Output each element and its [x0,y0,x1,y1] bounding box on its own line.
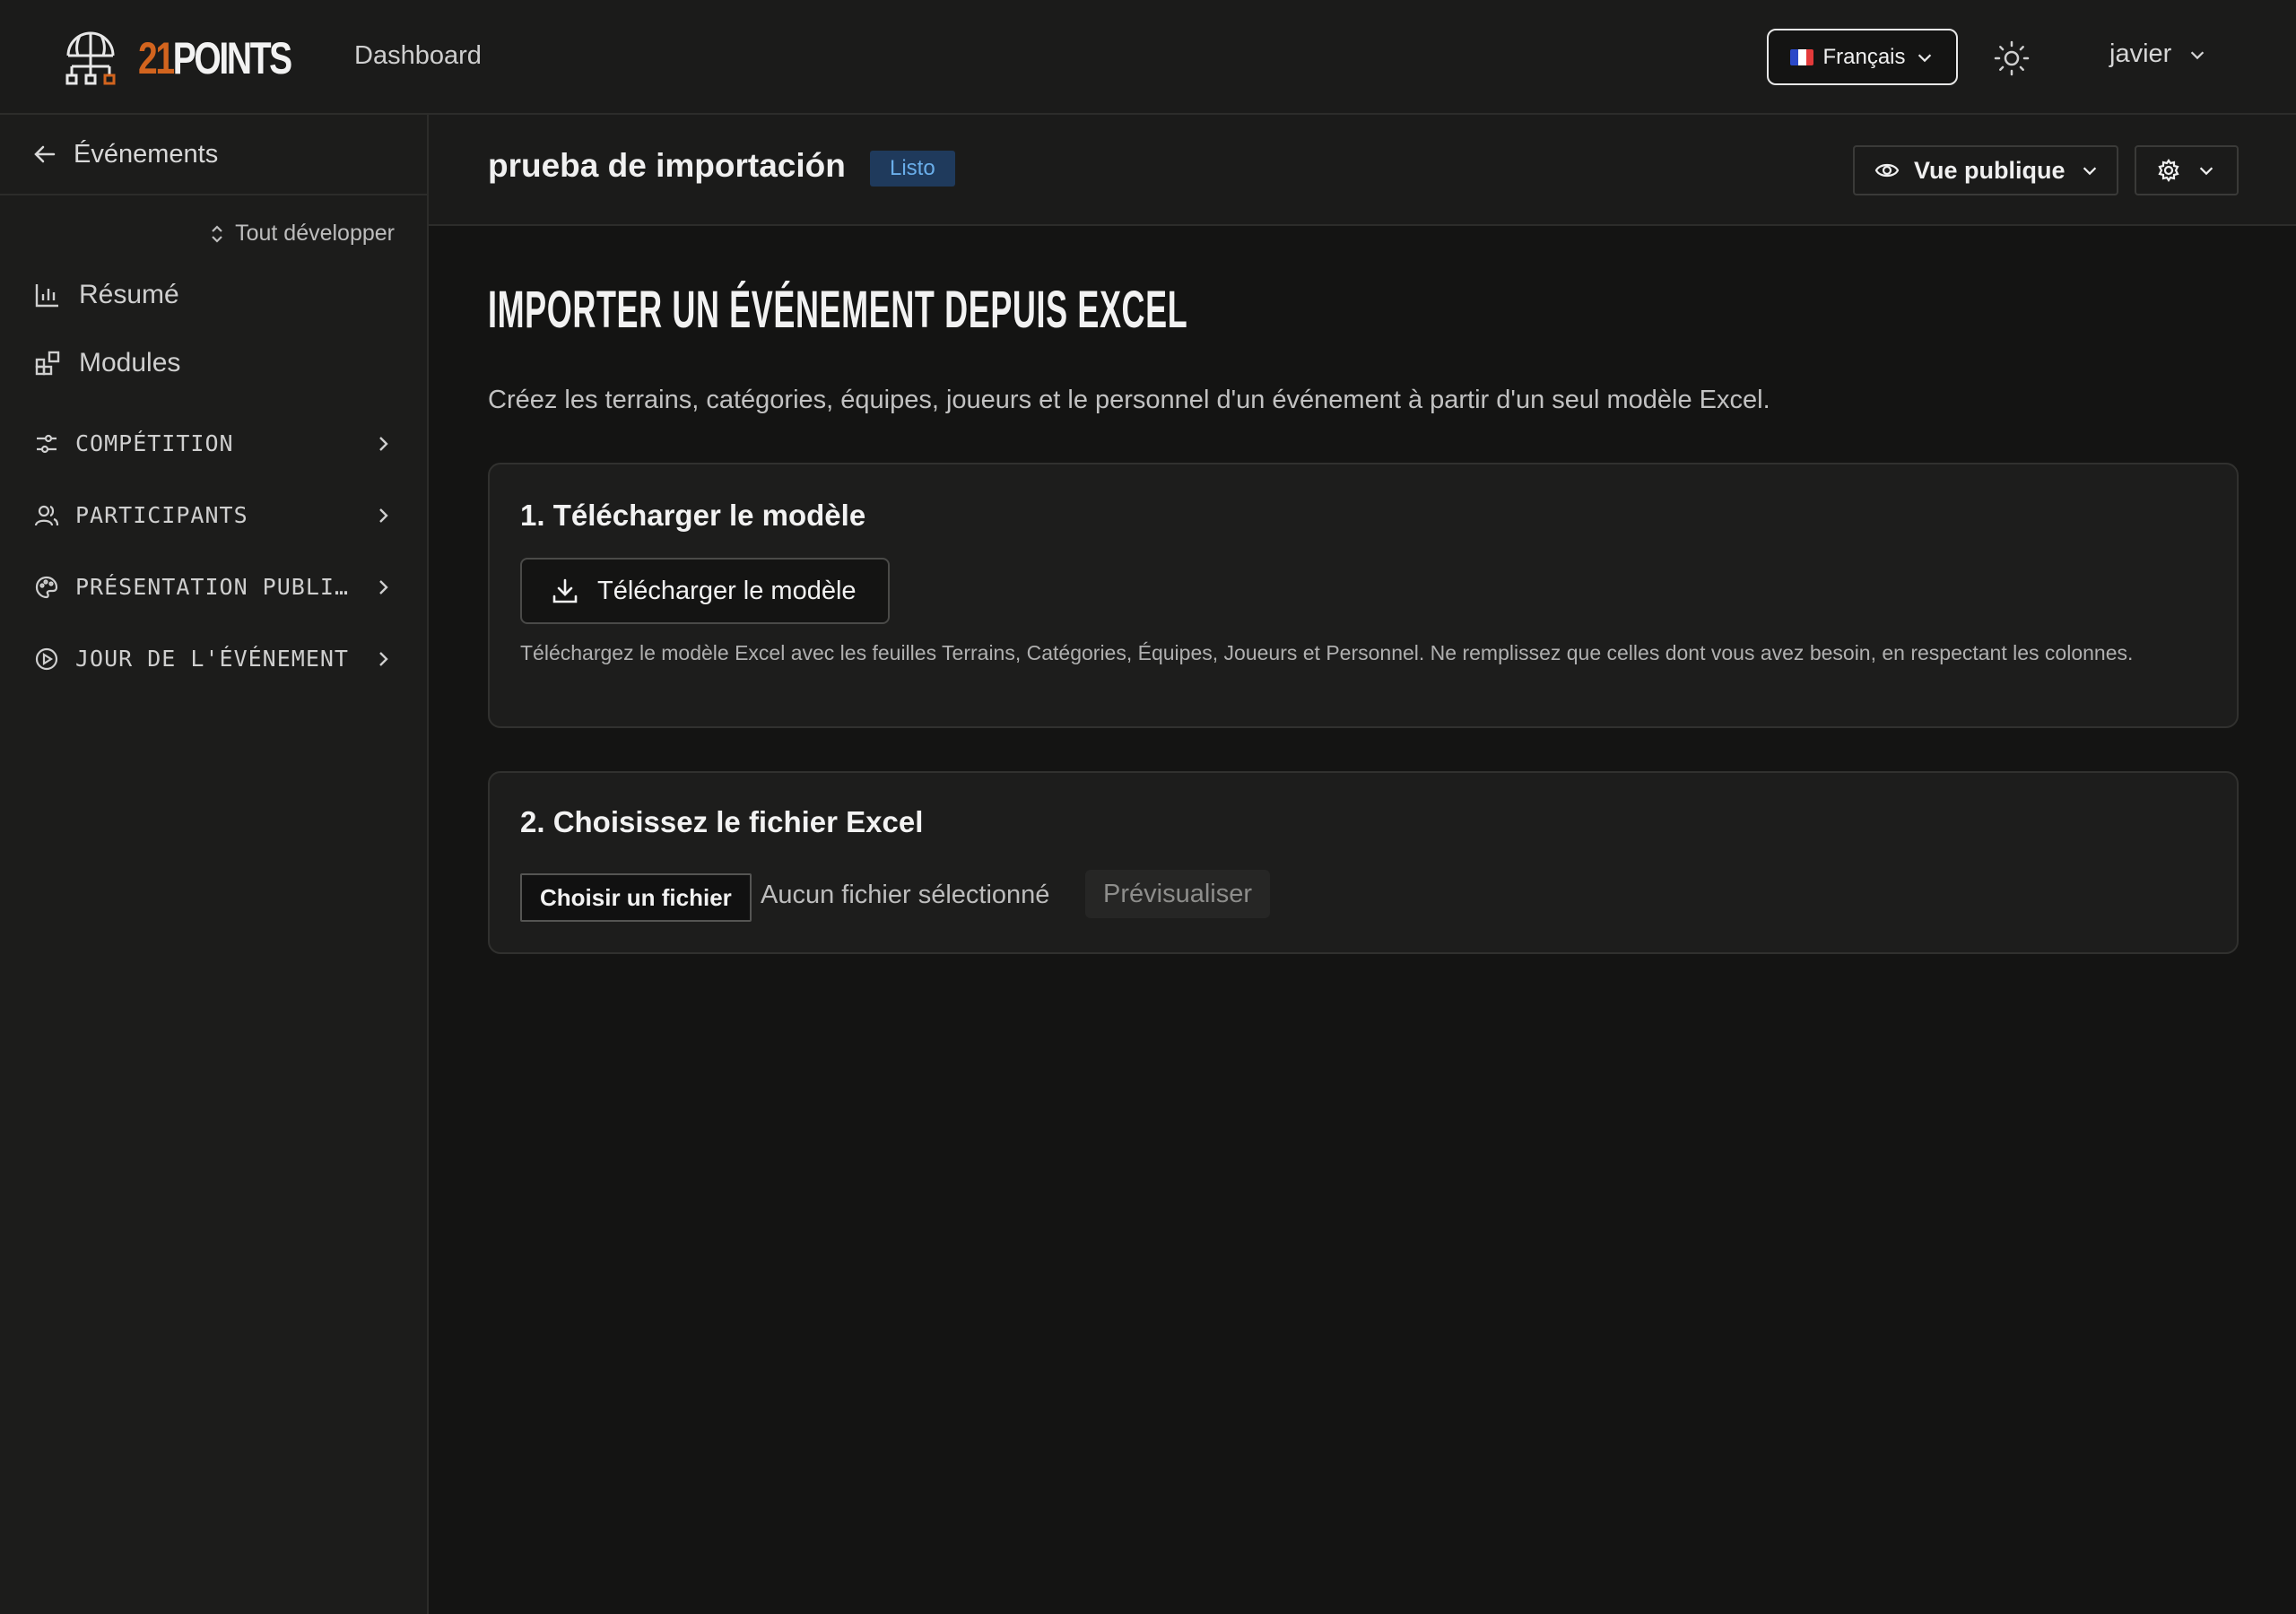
modules-icon [35,351,60,376]
import-intro: Créez les terrains, catégories, équipes,… [488,386,1770,414]
sidebar-group-event-day[interactable]: JOUR DE L'ÉVÉNEMENT [34,646,393,672]
palette-icon [35,576,58,598]
sidebar-item-modules[interactable]: Modules [34,348,180,378]
chevrons-up-down-icon [212,224,222,243]
arrow-left-icon [34,145,56,163]
page-title: prueba de importación [488,147,846,184]
sidebar-group-label: PRÉSENTATION PUBLIQ… [75,574,362,600]
user-name: javier [2109,39,2172,68]
sun-icon[interactable] [1993,39,2031,77]
chevron-down-icon [2199,167,2213,176]
expand-all-button[interactable]: Tout développer [208,221,395,247]
step-upload-title: 2. Choisissez le fichier Excel [520,805,924,838]
sidebar-item-label: Modules [79,348,181,377]
sidebar-item-resume[interactable]: Résumé [34,280,179,310]
chevron-right-icon [379,651,388,666]
logo-wordmark: 21POINTS [138,33,292,83]
choose-file-button[interactable]: Choisir un fichier [520,873,752,922]
app-logo[interactable]: 21POINTS [63,30,334,86]
download-template-label: Télécharger le modèle [597,576,857,605]
sidebar-group-public-presentation[interactable]: PRÉSENTATION PUBLIQ… [34,574,393,600]
sliders-icon [37,434,57,453]
language-label: Français [1822,44,1906,69]
nav-dashboard-link[interactable]: Dashboard [354,41,482,71]
sidebar-group-label: JOUR DE L'ÉVÉNEMENT [75,646,349,672]
step-download-card: 1. Télécharger le modèle Télécharger le … [488,463,2239,728]
chevron-down-icon [2083,167,2096,176]
chevron-right-icon [379,436,388,451]
sidebar: Événements Tout développer Résumé Module… [0,115,429,1614]
eye-icon [1874,163,1900,178]
sidebar-group-competition[interactable]: COMPÉTITION [34,430,393,456]
import-heading: IMPORTER UN ÉVÉNEMENT DEPUIS EXCEL [488,281,1188,339]
expand-all-label: Tout développer [235,221,395,246]
chevron-right-icon [379,508,388,523]
gear-icon [2158,159,2179,182]
chevron-down-icon [2191,50,2205,59]
sidebar-group-participants[interactable]: PARTICIPANTS [34,502,393,528]
back-to-events-link[interactable]: Événements [0,115,427,195]
users-icon [34,505,59,525]
french-flag-icon [1790,48,1814,65]
bar-chart-icon [35,284,58,308]
public-view-button[interactable]: Vue publique [1853,145,2118,195]
chevron-right-icon [379,579,388,594]
user-menu[interactable]: javier [2109,39,2207,69]
public-view-label: Vue publique [1914,156,2066,184]
download-icon [552,578,578,603]
file-status-text: Aucun fichier sélectionné [761,881,1050,909]
step-download-help: Téléchargez le modèle Excel avec les feu… [520,641,2134,664]
sidebar-group-label: PARTICIPANTS [75,502,248,528]
sidebar-item-label: Résumé [79,280,179,309]
step-download-title: 1. Télécharger le modèle [520,499,866,532]
basketball-network-icon [65,31,116,85]
language-select[interactable]: Français [1767,29,1958,85]
play-circle-icon [35,647,58,670]
step-upload-card: 2. Choisissez le fichier Excel Choisir u… [488,771,2239,954]
top-bar: 21POINTS Dashboard Français javier [0,0,2296,115]
download-template-button[interactable]: Télécharger le modèle [520,558,890,624]
page-header: prueba de importación Listo Vue publique [429,115,2296,226]
event-settings-button[interactable] [2135,145,2239,195]
status-badge: Listo [870,151,955,187]
sidebar-group-label: COMPÉTITION [75,430,234,456]
back-label: Événements [74,139,219,169]
preview-button[interactable]: Prévisualiser [1085,870,1270,918]
chevron-down-icon [1918,53,1931,62]
